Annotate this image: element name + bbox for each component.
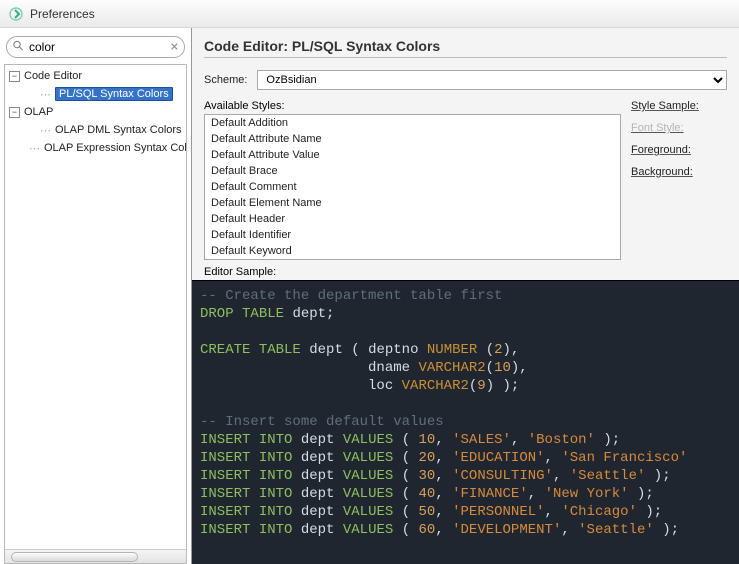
editor-sample: -- Create the department table first DRO… xyxy=(192,280,739,564)
tree-node-olap[interactable]: − OLAP xyxy=(5,103,186,121)
background-label: Background: xyxy=(631,166,727,178)
scheme-label: Scheme: xyxy=(204,74,247,86)
style-item[interactable]: Default Brace xyxy=(205,163,620,179)
content: ✕ − Code Editor ⋯ PL/SQL Syntax Colors −… xyxy=(0,28,739,564)
style-item[interactable]: Default Attribute Value xyxy=(205,147,620,163)
font-style-label: Font Style: xyxy=(631,122,727,134)
tree-label: OLAP DML Syntax Colors xyxy=(55,124,182,136)
tree-node-code-editor[interactable]: − Code Editor xyxy=(5,67,186,85)
header-rule xyxy=(204,57,727,58)
styles-column: Available Styles: Default Addition Defau… xyxy=(204,100,621,260)
page-header: Code Editor: PL/SQL Syntax Colors xyxy=(192,28,739,64)
style-sample-label: Style Sample: xyxy=(631,100,727,112)
style-item[interactable]: Default Attribute Name xyxy=(205,131,620,147)
tree-label: OLAP Expression Syntax Colors xyxy=(44,142,187,154)
style-item[interactable]: Default Keyword xyxy=(205,243,620,259)
clear-icon[interactable]: ✕ xyxy=(170,41,179,54)
tree-connector-icon: ⋯ xyxy=(29,142,41,155)
tree-label: PL/SQL Syntax Colors xyxy=(55,87,173,101)
tree-connector-icon: ⋯ xyxy=(40,88,52,101)
page-title: Code Editor: PL/SQL Syntax Colors xyxy=(204,38,727,54)
collapse-icon[interactable]: − xyxy=(9,107,20,118)
editor-sample-label: Editor Sample: xyxy=(192,266,739,280)
styles-list[interactable]: Default Addition Default Attribute Name … xyxy=(204,114,621,260)
tree-scrollbar[interactable] xyxy=(5,549,186,563)
search-wrap: ✕ xyxy=(6,36,185,58)
tree-node-plsql-colors[interactable]: ⋯ PL/SQL Syntax Colors xyxy=(5,85,186,103)
styles-row: Available Styles: Default Addition Defau… xyxy=(192,96,739,266)
titlebar: Preferences xyxy=(0,0,739,28)
foreground-label: Foreground: xyxy=(631,144,727,156)
style-item[interactable]: Default Header xyxy=(205,211,620,227)
right-pane: Code Editor: PL/SQL Syntax Colors Scheme… xyxy=(192,28,739,564)
tree-connector-icon: ⋯ xyxy=(40,124,52,137)
nav-tree: − Code Editor ⋯ PL/SQL Syntax Colors − O… xyxy=(4,64,187,564)
collapse-icon[interactable]: − xyxy=(9,71,20,82)
style-item[interactable]: Default Identifier xyxy=(205,227,620,243)
tree-node-olap-expr[interactable]: ⋯ OLAP Expression Syntax Colors xyxy=(5,139,186,157)
app-icon xyxy=(8,6,24,22)
scheme-select[interactable]: OzBsidian xyxy=(257,70,727,90)
style-item[interactable]: Default Addition xyxy=(205,115,620,131)
search-input[interactable] xyxy=(6,36,185,58)
styles-label: Available Styles: xyxy=(204,100,621,112)
scheme-row: Scheme: OzBsidian xyxy=(192,64,739,96)
style-item[interactable]: Default Comment xyxy=(205,179,620,195)
left-pane: ✕ − Code Editor ⋯ PL/SQL Syntax Colors −… xyxy=(0,28,192,564)
search-icon xyxy=(12,40,24,55)
window-title: Preferences xyxy=(30,7,95,21)
style-props: Style Sample: Font Style: Foreground: Ba… xyxy=(631,100,727,260)
tree-label: OLAP xyxy=(24,106,53,118)
tree-label: Code Editor xyxy=(24,70,82,82)
scrollbar-thumb[interactable] xyxy=(11,552,138,562)
style-item[interactable]: Default Element Name xyxy=(205,195,620,211)
tree-node-olap-dml[interactable]: ⋯ OLAP DML Syntax Colors xyxy=(5,121,186,139)
